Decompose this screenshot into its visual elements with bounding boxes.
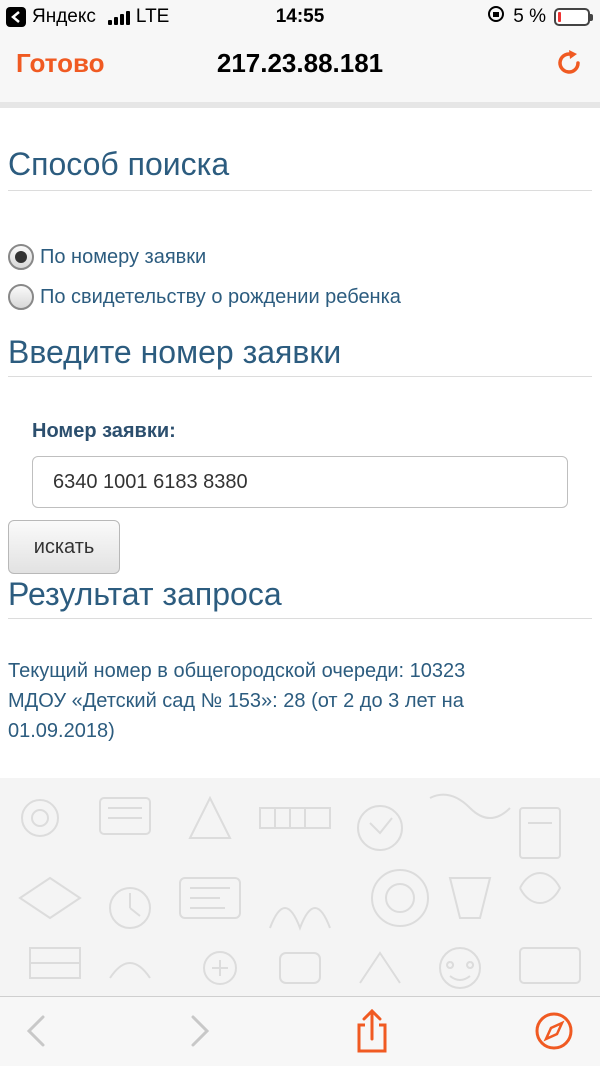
done-button[interactable]: Готово — [16, 48, 104, 79]
divider — [8, 376, 592, 377]
result-title: Результат запроса — [8, 576, 282, 612]
background-pattern — [0, 778, 600, 998]
radio-label: По свидетельству о рождении ребенка — [40, 285, 401, 308]
bottom-toolbar — [0, 996, 600, 1066]
radio-by-request-number[interactable]: По номеру заявки — [8, 244, 206, 270]
battery-percent: 5 % — [513, 6, 546, 27]
compass-safari-icon[interactable] — [534, 1011, 574, 1051]
divider — [8, 618, 592, 619]
result-line: МДОУ «Детский сад № 153»: 28 (от 2 до 3 … — [8, 690, 464, 712]
divider — [8, 190, 592, 191]
status-bar: Яндекс LTE 14:55 5 % — [0, 0, 600, 34]
radio-unchecked-icon[interactable] — [8, 284, 34, 310]
request-number-title: Введите номер заявки — [8, 334, 342, 370]
result-line: Текущий номер в общегородской очереди: 1… — [8, 660, 466, 682]
status-right: 5 % — [487, 5, 593, 29]
radio-checked-icon[interactable] — [8, 244, 34, 270]
back-arrow-icon[interactable] — [16, 1011, 56, 1051]
radio-by-birth-certificate[interactable]: По свидетельству о рождении ребенка — [8, 284, 401, 310]
result-text: Текущий номер в общегородской очереди: 1… — [8, 656, 588, 746]
share-icon[interactable] — [352, 1009, 392, 1053]
battery-icon — [554, 8, 593, 26]
rotation-lock-icon — [487, 5, 505, 29]
reload-icon[interactable] — [554, 48, 584, 78]
request-number-input[interactable] — [32, 456, 568, 508]
page-content: Способ поиска По номеру заявки По свидет… — [0, 102, 600, 778]
battery-level — [558, 12, 561, 22]
nav-bar: Готово 217.23.88.181 — [0, 34, 600, 102]
result-line: 01.09.2018) — [8, 720, 115, 742]
search-button[interactable]: искать — [8, 520, 120, 574]
search-method-title: Способ поиска — [8, 146, 230, 182]
forward-arrow-icon[interactable] — [180, 1011, 220, 1051]
doodle-pattern-graphic — [18, 793, 581, 989]
radio-label: По номеру заявки — [40, 245, 207, 268]
request-number-label: Номер заявки: — [32, 420, 176, 442]
